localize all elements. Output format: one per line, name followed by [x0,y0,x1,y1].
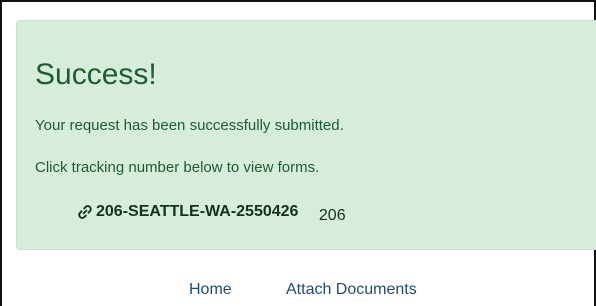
page-frame: Success! Your request has been successfu… [0,0,596,306]
bottom-nav: Home Attach Documents [2,278,596,302]
tracking-instruction: Click tracking number below to view form… [35,159,320,176]
tracking-number-link[interactable]: 206-SEATTLE-WA-2550426 [77,202,298,222]
alert-heading: Success! [35,58,157,91]
attach-documents-link[interactable]: Attach Documents [286,278,417,302]
success-alert: Success! Your request has been successfu… [16,20,596,250]
success-message: Your request has been successfully submi… [35,117,344,134]
tracking-row: 206-SEATTLE-WA-2550426 206 [77,202,346,226]
tracking-number: 206-SEATTLE-WA-2550426 [96,203,299,220]
area-code: 206 [318,207,346,224]
home-link[interactable]: Home [189,278,232,302]
link-icon [78,205,92,219]
